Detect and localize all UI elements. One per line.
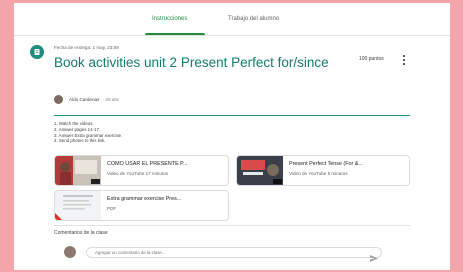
- video-thumbnail: [55, 156, 101, 185]
- video-thumbnail: [237, 156, 283, 185]
- comments-divider: [54, 225, 410, 226]
- points-label: 100 puntos: [359, 56, 384, 62]
- assignment-title: Book activities unit 2 Present Perfect f…: [54, 55, 329, 70]
- assignment-icon: [30, 45, 44, 59]
- attachment-title: CÓMO USAR EL PRESENTE P...: [107, 161, 188, 167]
- tab-instrucciones[interactable]: Instrucciones: [152, 16, 187, 22]
- user-avatar: [64, 246, 76, 258]
- comment-input[interactable]: [86, 247, 382, 258]
- instructions-list: 1. Watch the videos. 2. Answer pages 14-…: [54, 121, 122, 144]
- instruction-item: 4. Send photos to this link.: [54, 138, 106, 144]
- attachment-card-pdf[interactable]: Extra grammar exercise Pres... PDF: [54, 190, 229, 221]
- attachment-title: Extra grammar exercise Pres...: [107, 196, 182, 202]
- post-date: 28 abr.: [105, 96, 120, 102]
- classroom-window: Instrucciones Trabajo del alumno Fecha d…: [14, 3, 450, 270]
- send-icon[interactable]: [370, 249, 378, 267]
- author-row: Aldo Cardenas 28 abr.: [54, 94, 119, 104]
- author-name: Aldo Cardenas: [69, 96, 100, 102]
- attachment-subtitle: Video de YouTube 5 minutos: [289, 171, 348, 176]
- tab-bar: Instrucciones Trabajo del alumno: [14, 3, 450, 36]
- attachment-card-video-1[interactable]: CÓMO USAR EL PRESENTE P... Video de YouT…: [54, 155, 229, 186]
- more-options-icon[interactable]: [401, 55, 407, 65]
- attachment-subtitle: Video de YouTube 17 minutos: [107, 171, 169, 176]
- tab-trabajo-del-alumno[interactable]: Trabajo del alumno: [228, 16, 279, 22]
- due-date: Fecha de entrega: 1 may, 23:59: [54, 45, 119, 50]
- author-avatar: [54, 94, 63, 104]
- header-divider: [54, 115, 410, 116]
- class-comments-label: Comentarios de la clase: [54, 230, 108, 236]
- attachment-title: Present Perfect Tense (For &...: [289, 161, 363, 167]
- active-tab-indicator: [145, 33, 205, 35]
- attachment-card-video-2[interactable]: Present Perfect Tense (For &... Video de…: [236, 155, 410, 186]
- attachment-subtitle: PDF: [107, 206, 117, 211]
- pdf-thumbnail: [55, 191, 101, 220]
